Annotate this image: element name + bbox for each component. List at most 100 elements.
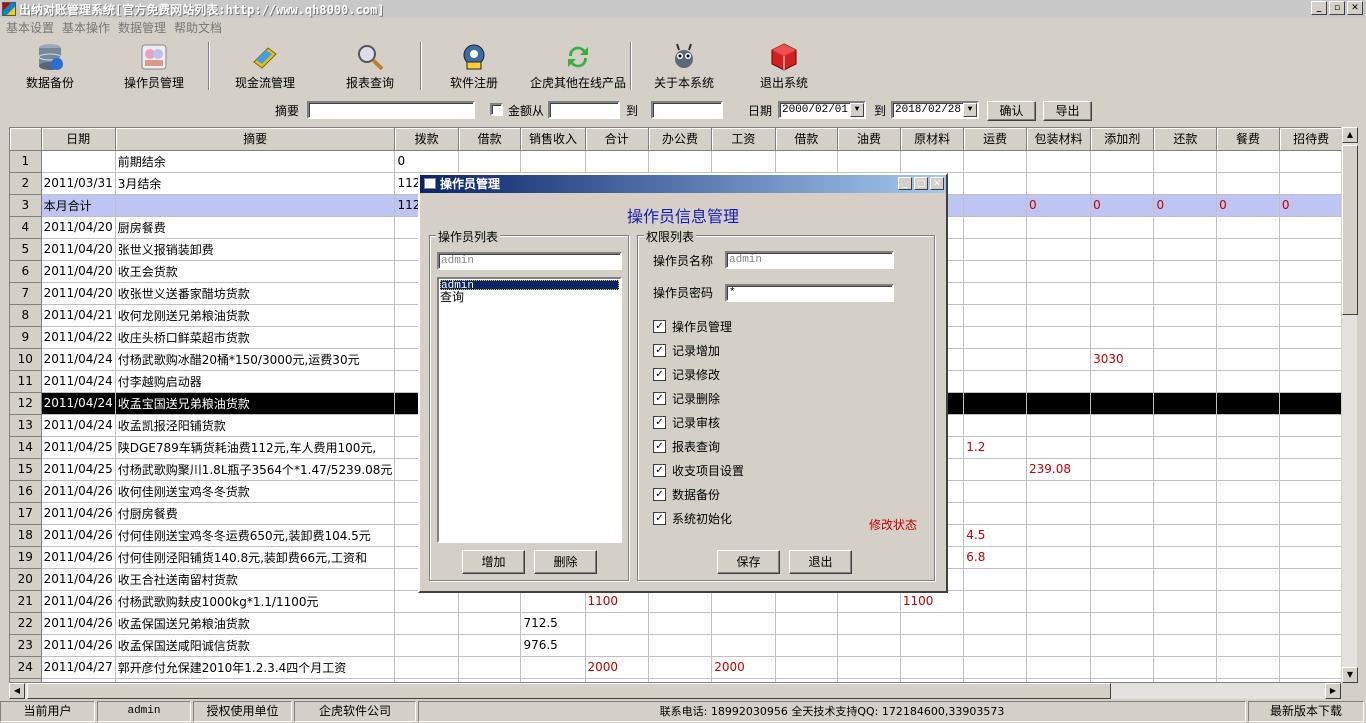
table-cell[interactable] (1153, 480, 1218, 503)
horizontal-scroll-thumb[interactable] (27, 683, 1111, 699)
table-row[interactable]: 21 2011/04/26 付杨武歌购麸皮1000kg*1.1/1100元 1100 1… (10, 590, 1356, 613)
checkmark-icon[interactable]: ✓ (653, 464, 666, 477)
table-cell[interactable] (837, 634, 901, 657)
table-cell[interactable] (1026, 414, 1092, 437)
table-cell[interactable]: 2011/04/21 (41, 304, 116, 327)
table-cell[interactable]: 收何龙刚送兄弟粮油货款 (115, 304, 396, 327)
permission-checkbox[interactable]: ✓ 报表查询 (653, 438, 720, 455)
table-cell[interactable]: 收张世义送番家醋坊货款 (115, 282, 396, 305)
table-cell[interactable] (963, 172, 1027, 195)
exit-system-button[interactable]: 退出系统 (736, 40, 832, 92)
table-cell[interactable] (1153, 392, 1218, 415)
table-cell[interactable] (1090, 524, 1155, 547)
table-cell[interactable] (458, 590, 522, 613)
table-cell[interactable] (1090, 502, 1155, 525)
table-cell[interactable] (1216, 238, 1280, 261)
table-cell[interactable] (1216, 458, 1280, 481)
permission-checkbox[interactable]: ✓ 数据备份 (653, 486, 720, 503)
row-number[interactable]: 10 (10, 348, 42, 371)
menu-help-docs[interactable]: 帮助文档 (172, 19, 228, 37)
table-cell[interactable] (1090, 238, 1155, 261)
menu-data-management[interactable]: 数据管理 (116, 19, 172, 37)
table-cell[interactable]: 712.5 (520, 612, 586, 635)
table-cell[interactable] (963, 480, 1027, 503)
delete-operator-button[interactable]: 删除 (534, 550, 597, 574)
table-cell[interactable] (1279, 458, 1344, 481)
table-cell[interactable] (1216, 480, 1280, 503)
download-latest-link[interactable]: 最新版本下载 (1248, 701, 1364, 722)
date-from-select[interactable]: 2000/02/01 ▼ (778, 101, 866, 119)
row-number[interactable]: 8 (10, 304, 42, 327)
table-cell[interactable] (900, 150, 965, 173)
table-cell[interactable]: 2011/04/24 (41, 414, 116, 437)
table-cell[interactable] (1279, 612, 1344, 635)
table-cell[interactable] (1153, 634, 1218, 657)
operator-filter-input[interactable]: admin (437, 252, 622, 270)
table-cell[interactable] (1216, 150, 1280, 173)
checkmark-icon[interactable]: ✓ (653, 440, 666, 453)
table-cell[interactable] (775, 656, 839, 679)
row-number[interactable]: 12 (10, 392, 42, 415)
table-cell[interactable]: 2011/04/25 (41, 436, 116, 459)
table-cell[interactable] (458, 634, 522, 657)
table-cell[interactable]: 0 (394, 150, 459, 173)
table-cell[interactable] (1026, 172, 1092, 195)
table-cell[interactable]: 厨房餐费 (115, 216, 396, 239)
close-button[interactable]: ✕ (1347, 1, 1363, 15)
table-cell[interactable] (900, 656, 965, 679)
row-number[interactable]: 22 (10, 612, 42, 635)
row-number[interactable]: 17 (10, 502, 42, 525)
amount-to-input[interactable] (651, 101, 723, 119)
column-header[interactable]: 油费 (837, 128, 901, 151)
table-cell[interactable] (458, 150, 522, 173)
checkmark-icon[interactable]: ✓ (653, 344, 666, 357)
table-cell[interactable]: 0 (1153, 194, 1218, 217)
table-cell[interactable] (1279, 568, 1344, 591)
table-cell[interactable]: 付杨武歌购聚川1.8L瓶子3564个*1.47/5239.08元 (115, 458, 396, 481)
table-cell[interactable]: 2000 (711, 656, 776, 679)
table-cell[interactable] (1090, 634, 1155, 657)
table-cell[interactable] (1279, 656, 1344, 679)
table-cell[interactable]: 976.5 (520, 634, 586, 657)
menu-basic-settings[interactable]: 基本设置 (4, 19, 60, 37)
table-cell[interactable] (711, 612, 776, 635)
table-cell[interactable] (1216, 612, 1280, 635)
about-button[interactable]: 关于本系统 (632, 40, 736, 92)
table-cell[interactable]: 2011/04/25 (41, 458, 116, 481)
table-cell[interactable]: 2011/04/26 (41, 612, 116, 635)
table-cell[interactable] (963, 502, 1027, 525)
table-cell[interactable] (711, 150, 776, 173)
row-number[interactable]: 15 (10, 458, 42, 481)
row-number[interactable]: 13 (10, 414, 42, 437)
table-cell[interactable] (1090, 436, 1155, 459)
table-cell[interactable]: 1.2 (963, 436, 1027, 459)
table-cell[interactable] (1216, 590, 1280, 613)
table-cell[interactable] (837, 656, 901, 679)
table-cell[interactable] (1216, 414, 1280, 437)
menu-basic-operations[interactable]: 基本操作 (60, 19, 116, 37)
table-cell[interactable]: 2011/04/27 (41, 656, 116, 679)
table-cell[interactable] (1026, 436, 1092, 459)
table-cell[interactable] (1090, 568, 1155, 591)
table-cell[interactable] (1216, 392, 1280, 415)
table-cell[interactable]: 2011/04/26 (41, 546, 116, 569)
table-cell[interactable] (1026, 216, 1092, 239)
table-cell[interactable]: 郭开彦付允保建2010年1.2.3.4四个月工资 (115, 656, 396, 679)
table-cell[interactable] (1216, 260, 1280, 283)
permission-checkbox[interactable]: ✓ 操作员管理 (653, 318, 732, 335)
table-cell[interactable]: 0 (1026, 194, 1092, 217)
table-cell[interactable]: 收孟保国送咸阳诚信货款 (115, 634, 396, 657)
table-cell[interactable] (963, 612, 1027, 635)
table-cell[interactable] (1279, 436, 1344, 459)
table-cell[interactable]: 2011/04/22 (41, 326, 116, 349)
table-cell[interactable] (1153, 304, 1218, 327)
table-cell[interactable]: 0 (1090, 194, 1155, 217)
amount-from-input[interactable] (548, 101, 620, 119)
row-number[interactable]: 7 (10, 282, 42, 305)
table-cell[interactable]: 付李越购启动器 (115, 370, 396, 393)
table-cell[interactable]: 收庄头桥口鲜菜超市货款 (115, 326, 396, 349)
chevron-down-icon[interactable]: ▼ (963, 103, 977, 117)
table-row[interactable]: 23 2011/04/26 收孟保国送咸阳诚信货款 976.5 (10, 634, 1356, 657)
table-cell[interactable]: 2000 (585, 656, 649, 679)
checkmark-icon[interactable]: ✓ (653, 416, 666, 429)
